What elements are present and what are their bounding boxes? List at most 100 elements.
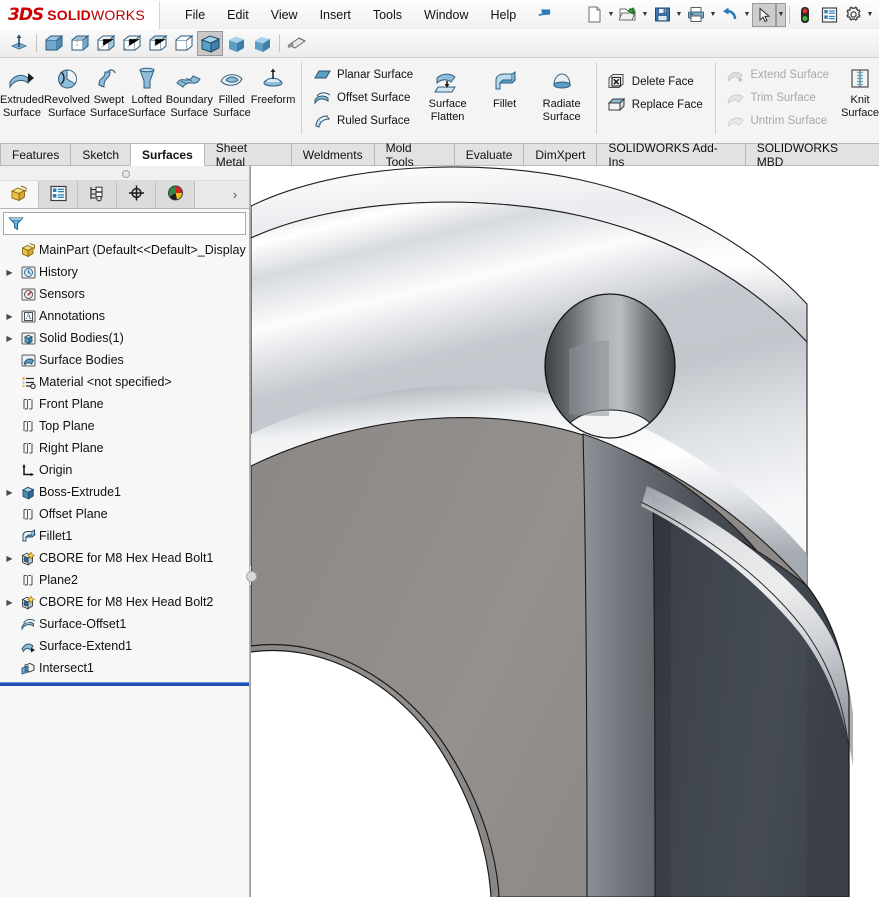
feature-filter-field[interactable] [3, 212, 246, 235]
knit-surface-button[interactable]: Knit Surface [841, 58, 879, 138]
pin-icon[interactable] [534, 4, 555, 26]
tree-item-top-plane[interactable]: Top Plane [0, 415, 249, 437]
tree-item-boss-extrude1[interactable]: ▶ Boss-Extrude1 [0, 481, 249, 503]
new-document-caret[interactable]: ▼ [606, 3, 616, 27]
save-icon[interactable] [650, 3, 674, 27]
configuration-manager-tab[interactable] [78, 181, 117, 208]
tree-item-right-plane[interactable]: Right Plane [0, 437, 249, 459]
shaded-with-edges-wire-icon[interactable] [119, 31, 145, 56]
section-view-icon[interactable] [284, 31, 310, 56]
undo-icon[interactable] [718, 3, 742, 27]
delete-face-button[interactable]: Delete Face [603, 70, 709, 93]
tree-expander[interactable]: ▶ [2, 312, 17, 321]
tree-expander[interactable]: ▶ [2, 554, 17, 563]
property-manager-tab[interactable] [39, 181, 78, 208]
tree-item-annotations[interactable]: ▶ A Annotations [0, 305, 249, 327]
menu-window[interactable]: Window [413, 4, 479, 26]
expand-panel-chevron-icon[interactable]: › [221, 181, 249, 208]
undo-caret[interactable]: ▼ [742, 3, 752, 27]
tab-surfaces[interactable]: Surfaces [130, 143, 205, 166]
revolved-surface-button[interactable]: Revolved Surface [44, 58, 90, 138]
tree-expander[interactable]: ▶ [2, 488, 17, 497]
tree-item-offset-plane[interactable]: Offset Plane [0, 503, 249, 525]
tab-solidworks-mbd[interactable]: SOLIDWORKS MBD [744, 141, 879, 169]
ruled-surface-button[interactable]: Ruled Surface [308, 109, 419, 132]
shaded-icon[interactable] [223, 31, 249, 56]
filled-surface-button[interactable]: Filled Surface [213, 58, 251, 138]
display-manager-tab[interactable] [156, 181, 195, 208]
menu-insert[interactable]: Insert [309, 4, 362, 26]
settings-caret[interactable]: ▼ [865, 3, 875, 27]
tab-dimxpert[interactable]: DimXpert [523, 143, 598, 165]
hidden-lines-removed-icon[interactable] [93, 31, 119, 56]
tree-expander[interactable]: ▶ [2, 598, 17, 607]
trim-surface-button[interactable]: Trim Surface [721, 86, 835, 109]
select-cursor-caret[interactable]: ▼ [776, 2, 786, 27]
shaded-with-edges-icon[interactable] [197, 30, 223, 56]
feature-tree-tab[interactable] [0, 181, 39, 208]
feature-filter-input[interactable] [28, 213, 245, 234]
tree-item-front-plane[interactable]: Front Plane [0, 393, 249, 415]
select-cursor-icon[interactable] [752, 2, 776, 27]
tree-item-sensors[interactable]: Sensors [0, 283, 249, 305]
dimxpert-manager-tab[interactable] [117, 181, 156, 208]
tab-mold-tools[interactable]: Mold Tools [373, 141, 455, 169]
offset-surface-button[interactable]: Offset Surface [308, 86, 419, 109]
panel-splitter-handle[interactable] [246, 571, 257, 582]
tree-item-intersect1[interactable]: Intersect1 [0, 657, 249, 679]
tree-item-surface-offset1[interactable]: Surface-Offset1 [0, 613, 249, 635]
perspective-icon[interactable] [249, 31, 275, 56]
draft-quality-icon[interactable] [171, 31, 197, 56]
save-caret[interactable]: ▼ [674, 3, 684, 27]
lofted-surface-button[interactable]: Lofted Surface [128, 58, 166, 138]
tab-solidworks-add-ins[interactable]: SOLIDWORKS Add-Ins [596, 141, 746, 169]
view-orientation-icon[interactable] [6, 31, 32, 56]
solidworks-logo[interactable]: 3DS SOLIDWORKS [0, 0, 160, 29]
tree-item-mainpart[interactable]: MainPart (Default<<Default>_Display Stat [0, 239, 249, 261]
tree-item-origin[interactable]: Origin [0, 459, 249, 481]
open-document-icon[interactable] [616, 3, 640, 27]
tab-sheet-metal[interactable]: Sheet Metal [203, 141, 292, 169]
wireframe-icon[interactable] [41, 31, 67, 56]
tab-sketch[interactable]: Sketch [70, 143, 132, 165]
menu-file[interactable]: File [174, 4, 216, 26]
tree-expander[interactable]: ▶ [2, 334, 17, 343]
hidden-lines-visible-icon[interactable] [67, 31, 93, 56]
print-caret[interactable]: ▼ [708, 3, 718, 27]
tree-item-material[interactable]: Material <not specified> [0, 371, 249, 393]
replace-face-button[interactable]: Replace Face [603, 93, 709, 116]
new-document-icon[interactable] [582, 3, 606, 27]
tree-item-fillet1[interactable]: Fillet1 [0, 525, 249, 547]
tab-weldments[interactable]: Weldments [290, 143, 375, 165]
tree-item-cbore-bolt1[interactable]: ▶ CBORE for M8 Hex Head Bolt1 [0, 547, 249, 569]
panel-splitter-lower[interactable] [250, 585, 251, 897]
tree-item-solid-bodies[interactable]: ▶ Solid Bodies(1) [0, 327, 249, 349]
panel-splitter-upper[interactable] [250, 166, 251, 566]
radiate-surface-button[interactable]: Radiate Surface [533, 62, 590, 142]
tab-evaluate[interactable]: Evaluate [453, 143, 525, 165]
shaded-wireframe-icon[interactable] [145, 31, 171, 56]
untrim-surface-button[interactable]: Untrim Surface [721, 109, 835, 132]
print-icon[interactable] [684, 3, 708, 27]
tree-item-history[interactable]: ▶ History [0, 261, 249, 283]
tab-features[interactable]: Features [0, 143, 72, 165]
menu-view[interactable]: View [260, 4, 309, 26]
tree-item-surface-extend1[interactable]: Surface-Extend1 [0, 635, 249, 657]
extruded-surface-button[interactable]: Extruded Surface [0, 58, 44, 138]
tree-expander[interactable]: ▶ [2, 268, 17, 277]
tree-item-surface-bodies[interactable]: Surface Bodies [0, 349, 249, 371]
rollback-bar[interactable] [0, 682, 249, 686]
menu-help[interactable]: Help [480, 4, 528, 26]
settings-gear-icon[interactable] [841, 3, 865, 27]
planar-surface-button[interactable]: Planar Surface [308, 63, 419, 86]
rebuild-stoplight-icon[interactable] [793, 3, 817, 27]
tree-item-cbore-bolt2[interactable]: ▶ CBORE for M8 Hex Head Bolt2 [0, 591, 249, 613]
menu-tools[interactable]: Tools [362, 4, 413, 26]
tree-item-plane2[interactable]: Plane2 [0, 569, 249, 591]
panel-collapse-handle[interactable] [121, 170, 130, 178]
fillet-button[interactable]: Fillet [476, 62, 533, 142]
swept-surface-button[interactable]: Swept Surface [90, 58, 128, 138]
boundary-surface-button[interactable]: Boundary Surface [166, 58, 213, 138]
open-document-caret[interactable]: ▼ [640, 3, 650, 27]
surface-flatten-button[interactable]: Surface Flatten [419, 62, 476, 142]
